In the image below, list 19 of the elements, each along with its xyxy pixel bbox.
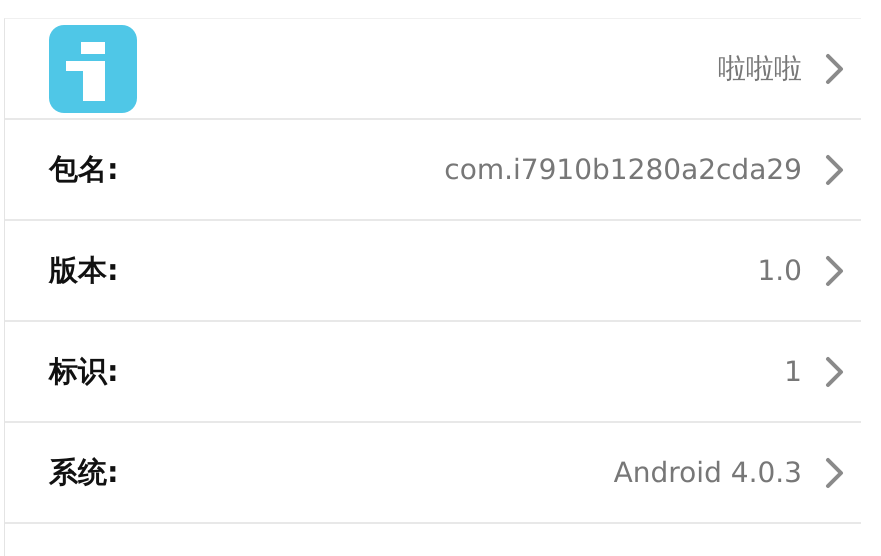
row-label: 版本: <box>49 252 119 288</box>
app-name: 啦啦啦 <box>718 50 802 86</box>
info-row[interactable]: 版本: 1.0 <box>5 221 861 322</box>
chevron-icon <box>824 52 846 84</box>
row-label: 包名: <box>49 150 119 188</box>
row-label: 标识: <box>49 352 119 390</box>
info-row[interactable]: 包名: com.i7910b1280a2cda29 <box>5 120 861 221</box>
row-value: 1 <box>784 355 802 388</box>
info-row[interactable]: 系统: Android 4.0.3 <box>5 423 861 524</box>
chevron-icon <box>824 356 846 388</box>
info-row[interactable]: 标识: 1 <box>5 322 861 423</box>
chevron-icon <box>824 254 846 286</box>
row-value: com.i7910b1280a2cda29 <box>444 153 802 186</box>
row-value: Android 4.0.3 <box>614 456 802 489</box>
row-value: 1.0 <box>757 254 802 287</box>
chevron-icon <box>824 456 846 488</box>
chevron-icon <box>824 154 846 186</box>
info-app-icon <box>49 24 137 112</box>
row-label: 系统: <box>49 454 119 490</box>
